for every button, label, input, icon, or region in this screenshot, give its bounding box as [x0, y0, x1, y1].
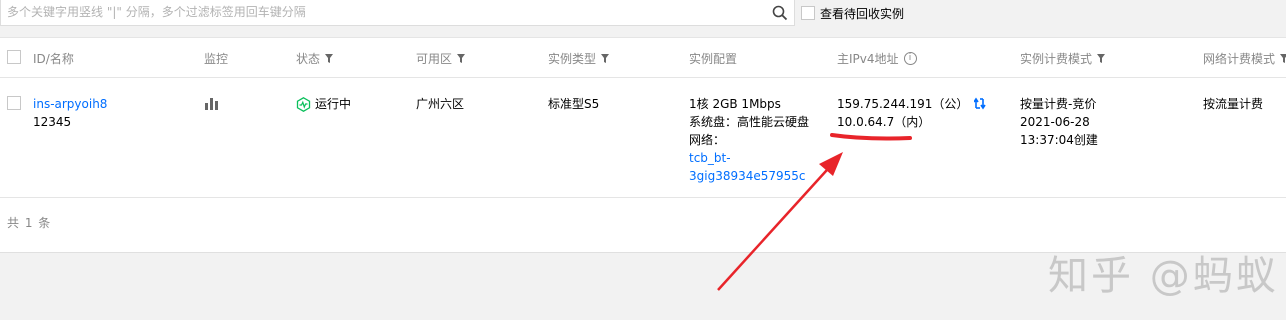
recycle-filter[interactable]: 查看待回收实例: [801, 4, 904, 22]
filter-icon[interactable]: [325, 54, 334, 63]
header-id-name: ID/名称: [33, 52, 74, 66]
config-disk: 系统盘：高性能云硬盘: [689, 115, 810, 129]
header-monitor: 监控: [204, 52, 229, 66]
info-icon[interactable]: i: [903, 52, 917, 65]
instance-table: ID/名称 监控 状态 可用区 实例类型 实例配置 主IPv4地址 i 实例计费…: [0, 37, 1286, 253]
public-ip: 159.75.244.191（公）: [837, 97, 969, 111]
bar-chart-icon[interactable]: [205, 98, 219, 110]
billing-mode: 按量计费-竞价: [1020, 97, 1097, 111]
private-ip: 10.0.64.7（内）: [837, 115, 931, 129]
created-date: 2021-06-28: [1020, 115, 1090, 129]
network-link[interactable]: tcb_bt-: [689, 149, 809, 167]
instance-name: 12345: [33, 115, 72, 129]
config-network-label: 网络：: [689, 133, 726, 147]
status-text: 运行中: [315, 97, 352, 111]
search-input[interactable]: [1, 0, 763, 24]
filter-icon[interactable]: [457, 54, 466, 63]
watermark: 知乎 @蚂蚁: [1048, 253, 1279, 299]
search-bar: [0, 0, 795, 26]
select-all-checkbox[interactable]: [7, 50, 21, 64]
header-ip: 主IPv4地址 i: [837, 50, 917, 67]
config-spec: 1核 2GB 1Mbps: [689, 97, 781, 111]
filter-icon[interactable]: [601, 54, 610, 63]
header-billing[interactable]: 实例计费模式: [1020, 50, 1106, 67]
type-cell: 标准型S5: [548, 97, 600, 111]
zone-cell: 广州六区: [416, 97, 465, 111]
billing-cell: 按量计费-竞价 2021-06-28 13:37:04创建: [1020, 95, 1098, 149]
header-config: 实例配置: [689, 52, 738, 66]
header-status[interactable]: 状态: [296, 50, 334, 67]
filter-icon[interactable]: [1280, 54, 1286, 63]
table-row: ins-arpyoih8 12345 运行中 广州六区 标准型S5 1核 2GB…: [0, 78, 1286, 198]
recycle-label: 查看待回收实例: [820, 6, 905, 21]
filter-icon[interactable]: [1097, 54, 1106, 63]
network-link-cont[interactable]: 3gig38934e57955c: [689, 167, 809, 185]
created-time: 13:37:04创建: [1020, 133, 1098, 147]
recycle-checkbox[interactable]: [801, 6, 815, 20]
row-checkbox[interactable]: [7, 96, 21, 110]
instance-id-cell: ins-arpyoih8 12345: [33, 95, 107, 131]
instance-id-link[interactable]: ins-arpyoih8: [33, 95, 107, 113]
total-count: 共 1 条: [7, 216, 52, 230]
swap-ip-icon[interactable]: [974, 97, 987, 110]
search-icon[interactable]: [772, 5, 788, 21]
running-status-icon: [296, 96, 311, 112]
table-header: ID/名称 监控 状态 可用区 实例类型 实例配置 主IPv4地址 i 实例计费…: [0, 38, 1286, 78]
config-cell: 1核 2GB 1Mbps 系统盘：高性能云硬盘 网络： tcb_bt- 3gig…: [689, 95, 809, 185]
header-zone[interactable]: 可用区: [416, 50, 466, 67]
net-billing-cell: 按流量计费: [1203, 97, 1264, 111]
header-type[interactable]: 实例类型: [548, 50, 610, 67]
status-cell: 运行中: [296, 95, 351, 113]
ip-cell: 159.75.244.191（公） 10.0.64.7（内）: [837, 95, 987, 131]
header-net-billing[interactable]: 网络计费模式: [1203, 50, 1286, 67]
